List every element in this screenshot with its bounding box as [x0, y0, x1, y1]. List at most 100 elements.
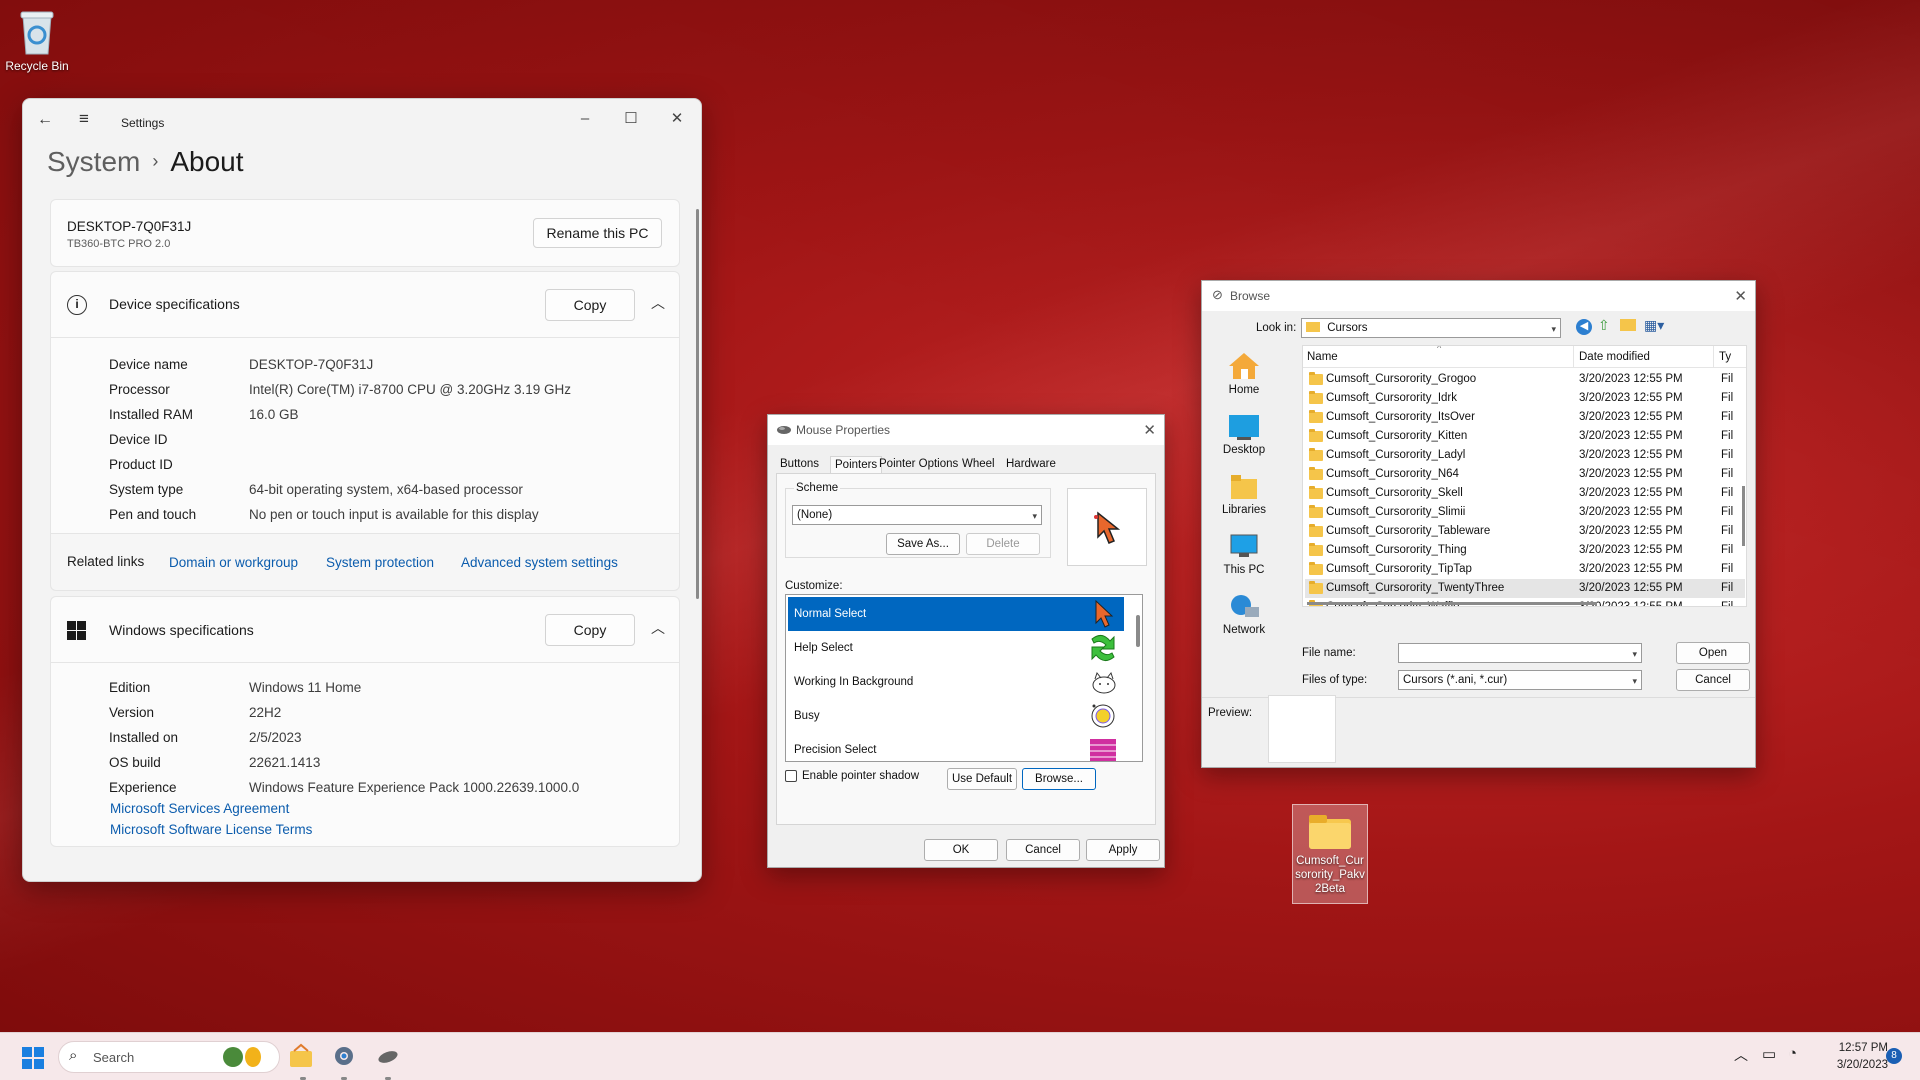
cancel-button[interactable]: Cancel — [1006, 839, 1080, 861]
network-tray-icon[interactable]: ▭ — [1762, 1045, 1776, 1063]
chevron-up-icon[interactable]: ︿ — [651, 293, 665, 313]
advanced-system-settings-link[interactable]: Advanced system settings — [461, 555, 618, 570]
settings-window: ← ≡ Settings – ☐ ✕ System › About DESKTOP-… — [22, 98, 702, 882]
scheme-select[interactable]: (None) ▾ — [792, 505, 1042, 525]
new-folder-icon[interactable] — [1620, 319, 1636, 331]
show-hidden-icons-chevron-icon[interactable]: ︿ — [1734, 1045, 1748, 1065]
file-name-input[interactable]: ▾ — [1398, 643, 1642, 663]
system-protection-link[interactable]: System protection — [326, 555, 434, 570]
browse-button[interactable]: Browse... — [1022, 768, 1096, 790]
file-row[interactable]: Cumsoft_Cursorority_Thing 3/20/2023 12:55… — [1305, 541, 1745, 560]
spec-label: Device name — [109, 357, 188, 372]
file-row[interactable]: Cumsoft_Cursorority_ItsOver 3/20/2023 12:… — [1305, 408, 1745, 427]
settings-scrollbar[interactable] — [696, 209, 699, 599]
file-row[interactable]: Cumsoft_Cursorority_Slimii 3/20/2023 12:5… — [1305, 503, 1745, 522]
tab-buttons[interactable]: Buttons — [780, 458, 819, 470]
maximize-button[interactable]: ☐ — [611, 105, 651, 133]
list-item[interactable]: Busy — [788, 699, 1124, 733]
tab-hardware[interactable]: Hardware — [1006, 458, 1056, 470]
place-this-pc[interactable]: This PC — [1210, 533, 1278, 576]
spec-label: System type — [109, 482, 184, 497]
place-home[interactable]: Home — [1210, 351, 1278, 396]
files-of-type-select[interactable]: Cursors (*.ani, *.cur) ▾ — [1398, 670, 1642, 690]
file-list-v-scrollbar[interactable] — [1742, 486, 1745, 546]
pointer-list[interactable]: Normal Select Help Select Working In Bac… — [785, 594, 1143, 762]
minimize-button[interactable]: – — [565, 105, 605, 133]
clock-date[interactable]: 3/20/2023 — [1812, 1059, 1888, 1071]
file-row[interactable]: Cumsoft_Cursorority_N64 3/20/2023 12:55 P… — [1305, 465, 1745, 484]
notification-badge[interactable]: 8 — [1886, 1048, 1902, 1064]
file-list[interactable]: Name ^ Date modified Ty Cumsoft_Cursoror… — [1302, 345, 1747, 607]
use-default-button[interactable]: Use Default — [947, 768, 1017, 790]
file-date: 3/20/2023 12:55 PM — [1579, 373, 1683, 385]
list-item[interactable]: Normal Select — [788, 597, 1124, 631]
tab-pointer-options[interactable]: Pointer Options — [879, 458, 958, 470]
settings-gear-taskbar-icon[interactable] — [332, 1044, 356, 1068]
file-row[interactable]: Cumsoft_Cursorority_Kitten 3/20/2023 12:5… — [1305, 427, 1745, 446]
start-button-icon[interactable] — [22, 1047, 44, 1069]
close-icon[interactable]: ✕ — [1143, 421, 1156, 439]
back-arrow-icon[interactable]: ← — [37, 111, 53, 129]
device-specs-copy-button[interactable]: Copy — [545, 289, 635, 321]
file-row[interactable]: Cumsoft_Cursorority_Ladyl 3/20/2023 12:55… — [1305, 446, 1745, 465]
file-type: Fil — [1721, 373, 1734, 385]
ok-button[interactable]: OK — [924, 839, 998, 861]
look-in-select[interactable]: Cursors ▾ — [1301, 318, 1561, 338]
recycle-bin-desktop-icon[interactable]: Recycle Bin — [4, 8, 70, 73]
domain-workgroup-link[interactable]: Domain or workgroup — [169, 555, 298, 570]
up-folder-icon[interactable]: ⇧ — [1598, 317, 1610, 334]
list-item[interactable]: Working In Background — [788, 665, 1124, 699]
spec-label: Edition — [109, 680, 151, 695]
rename-pc-button[interactable]: Rename this PC — [533, 218, 662, 248]
close-button[interactable]: ✕ — [657, 105, 697, 133]
tab-wheel[interactable]: Wheel — [962, 458, 995, 470]
file-row[interactable]: Cumsoft_Cursorority_TwentyThree 3/20/2023… — [1305, 579, 1745, 598]
hamburger-menu-icon[interactable]: ≡ — [79, 109, 89, 129]
place-libraries[interactable]: Libraries — [1210, 473, 1278, 516]
file-explorer-taskbar-icon[interactable] — [288, 1043, 314, 1071]
col-name-header[interactable]: Name — [1307, 351, 1338, 363]
delete-button[interactable]: Delete — [966, 533, 1040, 555]
back-icon[interactable]: ◀ — [1576, 319, 1592, 335]
browse-titlebar: ⊘ Browse ✕ — [1202, 281, 1755, 311]
apply-button[interactable]: Apply — [1086, 839, 1160, 861]
pointer-list-scrollbar[interactable] — [1136, 615, 1140, 647]
services-agreement-link[interactable]: Microsoft Services Agreement — [110, 801, 289, 816]
device-specs-header[interactable]: i Device specifications Copy ︿ — [51, 272, 679, 338]
file-row[interactable]: Cumsoft_Cursorority_TipTap 3/20/2023 12:5… — [1305, 560, 1745, 579]
place-network[interactable]: Network — [1210, 593, 1278, 636]
chevron-up-icon[interactable]: ︿ — [651, 618, 665, 638]
file-row[interactable]: Cumsoft_Cursorority_Idrk 3/20/2023 12:55 … — [1305, 389, 1745, 408]
files-of-type-label: Files of type: — [1302, 674, 1368, 686]
spec-label: Version — [109, 705, 155, 720]
clock-time[interactable]: 12:57 PM — [1822, 1042, 1888, 1054]
file-row[interactable]: Cumsoft_Cursorority_Grogoo 3/20/2023 12:5… — [1305, 370, 1745, 389]
windows-specs-copy-button[interactable]: Copy — [545, 614, 635, 646]
file-row[interactable]: Cumsoft_Cursorority_Skell 3/20/2023 12:55… — [1305, 484, 1745, 503]
save-as-button[interactable]: Save As... — [886, 533, 960, 555]
file-type: Fil — [1721, 601, 1734, 607]
view-menu-icon[interactable]: ▦▾ — [1644, 317, 1664, 334]
list-item[interactable]: Help Select — [788, 631, 1124, 665]
scheme-group: Scheme (None) ▾ Save As... Delete — [785, 482, 1051, 558]
col-type-header[interactable]: Ty — [1719, 351, 1731, 363]
spec-label: Installed RAM — [109, 407, 194, 422]
mouse-properties-taskbar-icon[interactable] — [376, 1047, 400, 1065]
volume-tray-icon[interactable]: ◔ — [1788, 1045, 1797, 1062]
license-terms-link[interactable]: Microsoft Software License Terms — [110, 822, 312, 837]
search-box[interactable]: ⌕ Search — [58, 1041, 280, 1073]
place-desktop[interactable]: Desktop — [1210, 413, 1278, 456]
close-icon[interactable]: ✕ — [1734, 287, 1747, 305]
file-list-h-scrollbar[interactable] — [1307, 602, 1597, 605]
pointer-shadow-checkbox[interactable] — [785, 770, 797, 782]
cancel-button[interactable]: Cancel — [1676, 669, 1750, 691]
file-row[interactable]: Cumsoft_Cursorority_Tableware 3/20/2023 1… — [1305, 522, 1745, 541]
windows-specs-header[interactable]: Windows specifications Copy ︿ — [51, 597, 679, 663]
desktop-folder[interactable]: Cumsoft_Cursorority_Pakv2Beta — [1292, 804, 1368, 904]
customize-label: Customize: — [785, 580, 843, 592]
open-button[interactable]: Open — [1676, 642, 1750, 664]
list-item[interactable]: Precision Select — [788, 733, 1124, 761]
breadcrumb-parent[interactable]: System — [47, 146, 140, 177]
col-date-header[interactable]: Date modified — [1579, 351, 1650, 363]
recycle-bin-icon — [20, 11, 54, 55]
